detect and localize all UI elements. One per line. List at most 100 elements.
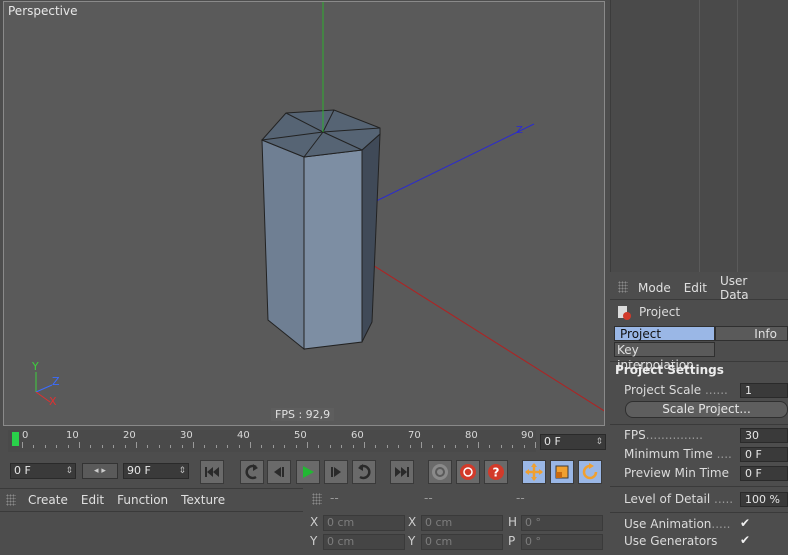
- scale-tool-button[interactable]: [550, 460, 574, 484]
- perspective-viewport[interactable]: Perspective Z Y Z X FPS : 92,9: [3, 1, 605, 426]
- tick-label: 50: [294, 430, 307, 441]
- menu-edit[interactable]: Edit: [81, 493, 104, 507]
- label-text: Project Scale: [624, 383, 702, 397]
- play-button[interactable]: [296, 460, 320, 484]
- gizmo-y-label: Y: [32, 360, 39, 373]
- label-text: Preview Min Time: [624, 466, 729, 480]
- project-scale-field[interactable]: 1: [740, 383, 788, 398]
- menu-create[interactable]: Create: [28, 493, 68, 507]
- row-label-level-of-detail: Level of Detail .....: [624, 492, 733, 506]
- row-label-preview-min-time: Preview Min Time: [624, 466, 729, 480]
- x-axis-line: [359, 256, 604, 412]
- start-frame-field[interactable]: 0 F: [10, 463, 76, 479]
- record-disabled-button[interactable]: [428, 460, 452, 484]
- coord-rot-h-field[interactable]: 0 °: [521, 515, 603, 531]
- tab-project-settings[interactable]: Project Settings: [614, 326, 715, 356]
- timeline-tick: [318, 445, 320, 448]
- timeline-tick: [67, 445, 69, 448]
- label-dots: .....: [711, 517, 731, 531]
- divider: [610, 512, 788, 513]
- tick-label: 30: [180, 430, 193, 441]
- tick-label: 90: [521, 430, 534, 441]
- menu-mode[interactable]: Mode: [638, 281, 671, 295]
- menu-user-data[interactable]: User Data: [720, 274, 775, 302]
- step-forward-icon: [331, 467, 341, 477]
- label-text: Level of Detail: [624, 492, 711, 506]
- prism-right-face: [361, 132, 381, 343]
- svg-text:?: ?: [493, 466, 500, 480]
- go-to-start-button[interactable]: [200, 460, 224, 484]
- material-manager: Create Edit Function Texture: [0, 488, 303, 555]
- level-of-detail-field[interactable]: 100 %: [740, 492, 788, 507]
- tab-info[interactable]: Info: [715, 326, 788, 341]
- tab-key-interpolation[interactable]: Key Interpolation: [614, 342, 715, 372]
- fps-field[interactable]: 30: [740, 428, 788, 443]
- panel-grip-icon[interactable]: [6, 494, 16, 506]
- prism-side-face: [303, 149, 363, 350]
- timeline-tick: [364, 442, 365, 448]
- object-manager[interactable]: [610, 0, 788, 272]
- timeline-tick: [386, 445, 388, 448]
- coord-pos-x-field[interactable]: 0 cm: [323, 515, 405, 531]
- timeline-tick: [79, 442, 80, 448]
- record-disabled-icon: [432, 464, 448, 480]
- divider: [610, 299, 788, 300]
- timeline-tick: [523, 445, 525, 448]
- label-dots: ...............: [645, 428, 703, 442]
- step-forward-button[interactable]: [324, 460, 348, 484]
- panel-grip-icon[interactable]: [312, 493, 322, 505]
- timeline-tick: [466, 445, 468, 448]
- preview-min-time-field[interactable]: 0 F: [740, 466, 788, 481]
- coord-size-x-field[interactable]: 0 cm: [421, 515, 503, 531]
- timeline-tick: [158, 445, 160, 448]
- coord-pos-y-field[interactable]: 0 cm: [323, 534, 405, 550]
- menu-texture[interactable]: Texture: [181, 493, 225, 507]
- key-next-button[interactable]: [352, 460, 376, 484]
- timeline-ruler[interactable]: 0 10 20 30 40 50 60 70 80 90: [8, 430, 536, 452]
- row-label-use-animation: Use Animation.....: [624, 517, 731, 531]
- row-label-fps: FPS...............: [624, 428, 703, 442]
- label-text: Use Animation: [624, 517, 712, 531]
- menu-edit[interactable]: Edit: [684, 281, 707, 295]
- coord-size-y-field[interactable]: 0 cm: [421, 534, 503, 550]
- record-button[interactable]: [456, 460, 480, 484]
- z-axis-label: Z: [516, 125, 523, 136]
- project-icon: [618, 306, 631, 320]
- prism-front-face: [261, 139, 305, 351]
- timeline-tick: [193, 442, 194, 448]
- coord-header-rotation: --: [516, 491, 525, 505]
- range-slider-arrows[interactable]: ◂ ▸: [82, 463, 118, 479]
- minimum-time-field[interactable]: 0 F: [740, 447, 788, 462]
- viewport-scene: Z: [35, 2, 604, 412]
- key-next-icon: [358, 464, 371, 480]
- timeline-tick: [261, 445, 263, 448]
- menu-function[interactable]: Function: [117, 493, 168, 507]
- coord-header-size: --: [424, 491, 433, 505]
- coord-rot-p-field[interactable]: 0 °: [521, 534, 603, 550]
- help-button[interactable]: ?: [484, 460, 508, 484]
- move-tool-button[interactable]: [522, 460, 546, 484]
- label-dots: .....: [710, 492, 734, 506]
- step-back-button[interactable]: [267, 460, 291, 484]
- key-prev-button[interactable]: [240, 460, 264, 484]
- go-to-end-button[interactable]: [390, 460, 414, 484]
- scale-project-button[interactable]: Scale Project...: [625, 401, 788, 418]
- timeline-tick: [124, 445, 126, 448]
- attribute-manager: Mode Edit User Data Project Project Sett…: [610, 274, 788, 554]
- section-title: Project Settings: [615, 363, 724, 377]
- use-generators-checkbox[interactable]: ✔: [740, 533, 750, 547]
- rotate-tool-button[interactable]: [578, 460, 602, 484]
- timeline-tick: [398, 445, 400, 448]
- end-frame-field[interactable]: 90 F: [123, 463, 189, 479]
- timeline-playhead[interactable]: [12, 432, 19, 446]
- label-text: FPS: [624, 428, 646, 442]
- divider: [0, 511, 303, 512]
- tick-label: 0: [22, 430, 29, 441]
- gizmo-x-label: X: [49, 395, 57, 408]
- label-text: Use Generators: [624, 534, 718, 548]
- use-animation-checkbox[interactable]: ✔: [740, 516, 750, 530]
- coord-size-y-label: Y: [408, 534, 416, 548]
- panel-grip-icon[interactable]: [618, 281, 628, 293]
- current-frame-field[interactable]: 0 F: [540, 434, 606, 450]
- step-back-icon: [274, 467, 284, 477]
